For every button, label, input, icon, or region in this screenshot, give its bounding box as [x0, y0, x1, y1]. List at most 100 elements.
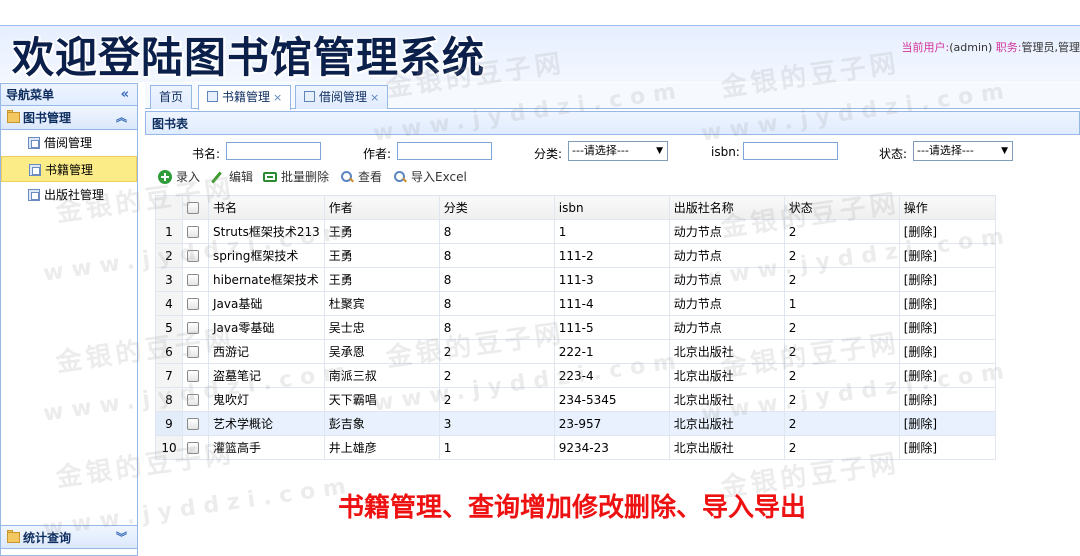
accordion-book-management[interactable]: 图书管理 ︽ — [1, 106, 137, 130]
view-button[interactable]: 查看 — [340, 167, 382, 187]
row-checkbox[interactable] — [187, 369, 199, 382]
tab-home[interactable]: 首页 — [150, 85, 193, 109]
table-row[interactable]: 2 spring框架技术 王勇 8 111-2 动力节点 2 [删除] — [155, 243, 996, 268]
tab-borrow-management[interactable]: 借阅管理 × — [295, 85, 389, 109]
add-button[interactable]: 录入 — [158, 167, 200, 187]
close-icon[interactable]: × — [370, 91, 379, 104]
search-icon — [340, 170, 354, 184]
row-select-cell[interactable] — [182, 315, 209, 340]
delete-link[interactable]: [删除] — [898, 219, 996, 244]
delete-icon — [263, 172, 277, 182]
row-number: 7 — [155, 363, 183, 388]
delete-link[interactable]: [删除] — [898, 243, 996, 268]
accordion-statistics[interactable]: 统计查询 ︾ — [1, 525, 137, 549]
table-row[interactable]: 9 艺术学概论 彭吉象 3 23-957 北京出版社 2 [删除] — [155, 411, 996, 436]
row-number: 6 — [155, 339, 183, 364]
author-input[interactable] — [397, 142, 492, 160]
import-excel-label: 导入Excel — [411, 170, 467, 184]
delete-link[interactable]: [删除] — [898, 339, 996, 364]
row-number: 1 — [155, 219, 183, 244]
table-cell-status: 2 — [783, 411, 900, 436]
table-row[interactable]: 4 Java基础 杜聚宾 8 111-4 动力节点 1 [删除] — [155, 291, 996, 316]
page-icon — [28, 189, 40, 201]
chevron-down-icon[interactable]: ︾ — [116, 526, 127, 550]
collapse-icon[interactable]: « — [121, 84, 129, 106]
row-select-cell[interactable] — [182, 435, 209, 460]
table-cell-author: 吴士忠 — [323, 315, 440, 340]
table-cell-isbn: 234-5345 — [553, 387, 670, 412]
table-cell-title: Java零基础 — [208, 315, 325, 340]
table-cell-title: Java基础 — [208, 291, 325, 316]
nav-title: 导航菜单 — [6, 88, 55, 102]
table-row[interactable]: 1 Struts框架技术213 王勇 8 1 动力节点 2 [删除] — [155, 219, 996, 244]
delete-link[interactable]: [删除] — [898, 435, 996, 460]
table-cell-cat: 3 — [438, 411, 555, 436]
row-checkbox[interactable] — [187, 345, 199, 358]
nav-item-label: 书籍管理 — [45, 163, 94, 177]
page-icon — [304, 91, 315, 102]
column-header[interactable]: 分类 — [438, 195, 555, 220]
table-cell-title: 西游记 — [208, 339, 325, 364]
column-header[interactable]: 作者 — [323, 195, 440, 220]
row-select-cell[interactable] — [182, 291, 209, 316]
row-checkbox[interactable] — [187, 441, 199, 454]
row-number: 10 — [155, 435, 183, 460]
status-select[interactable]: ---请选择--- ▼ — [913, 141, 1013, 161]
table-row[interactable]: 8 鬼吹灯 天下霸唱 2 234-5345 北京出版社 2 [删除] — [155, 387, 996, 412]
row-select-cell[interactable] — [182, 363, 209, 388]
table-row[interactable]: 6 西游记 吴承恩 2 222-1 北京出版社 2 [删除] — [155, 339, 996, 364]
book-name-input[interactable] — [226, 142, 321, 160]
row-checkbox[interactable] — [187, 225, 199, 238]
table-row[interactable]: 10 灌篮高手 井上雄彦 1 9234-23 北京出版社 2 [删除] — [155, 435, 996, 460]
page-icon — [207, 91, 218, 102]
nav-item-publishers[interactable]: 出版社管理 — [1, 182, 137, 208]
column-header[interactable]: 书名 — [208, 195, 325, 220]
nav-panel: 导航菜单 « 图书管理 ︽ 借阅管理 书籍管理 出版社管理 统计查询 ︾ — [0, 83, 138, 556]
column-header[interactable]: isbn — [553, 195, 670, 220]
row-checkbox[interactable] — [187, 249, 199, 262]
table-row[interactable]: 3 hibernate框架技术 王勇 8 111-3 动力节点 2 [删除] — [155, 267, 996, 292]
column-header[interactable]: 操作 — [898, 195, 996, 220]
chevron-up-icon[interactable]: ︽ — [116, 106, 127, 130]
tab-book-management[interactable]: 书籍管理 × — [198, 85, 292, 110]
close-icon[interactable]: × — [273, 91, 282, 104]
table-cell-isbn: 23-957 — [553, 411, 670, 436]
row-checkbox[interactable] — [187, 321, 199, 334]
select-all-cell[interactable] — [182, 195, 209, 220]
table-cell-cat: 2 — [438, 363, 555, 388]
row-select-cell[interactable] — [182, 267, 209, 292]
select-all-checkbox[interactable] — [187, 201, 199, 214]
delete-link[interactable]: [删除] — [898, 363, 996, 388]
row-checkbox[interactable] — [187, 393, 199, 406]
table-row[interactable]: 7 盗墓笔记 南派三叔 2 223-4 北京出版社 2 [删除] — [155, 363, 996, 388]
delete-link[interactable]: [删除] — [898, 411, 996, 436]
folder-icon — [7, 112, 20, 123]
import-excel-button[interactable]: 导入Excel — [393, 167, 467, 187]
delete-link[interactable]: [删除] — [898, 315, 996, 340]
category-select[interactable]: ---请选择--- ▼ — [568, 141, 668, 161]
nav-item-books[interactable]: 书籍管理 — [1, 156, 137, 182]
edit-button[interactable]: 编辑 — [211, 167, 253, 187]
delete-link[interactable]: [删除] — [898, 387, 996, 412]
row-select-cell[interactable] — [182, 243, 209, 268]
nav-item-borrow[interactable]: 借阅管理 — [1, 130, 137, 156]
tab-bar: 首页 书籍管理 × 借阅管理 × — [145, 83, 1080, 110]
site-title: 欢迎登陆图书馆管理系统 — [12, 33, 486, 82]
column-header[interactable]: 状态 — [783, 195, 900, 220]
row-select-cell[interactable] — [182, 339, 209, 364]
row-select-cell[interactable] — [182, 411, 209, 436]
row-select-cell[interactable] — [182, 387, 209, 412]
row-checkbox[interactable] — [187, 297, 199, 310]
delete-link[interactable]: [删除] — [898, 267, 996, 292]
row-checkbox[interactable] — [187, 417, 199, 430]
batch-delete-button[interactable]: 批量删除 — [263, 167, 329, 187]
table-cell-author: 彭吉象 — [323, 411, 440, 436]
table-cell-status: 1 — [783, 291, 900, 316]
column-header[interactable]: 出版社名称 — [668, 195, 785, 220]
isbn-input[interactable] — [743, 142, 838, 160]
row-number: 3 — [155, 267, 183, 292]
table-row[interactable]: 5 Java零基础 吴士忠 8 111-5 动力节点 2 [删除] — [155, 315, 996, 340]
delete-link[interactable]: [删除] — [898, 291, 996, 316]
row-checkbox[interactable] — [187, 273, 199, 286]
row-select-cell[interactable] — [182, 219, 209, 244]
